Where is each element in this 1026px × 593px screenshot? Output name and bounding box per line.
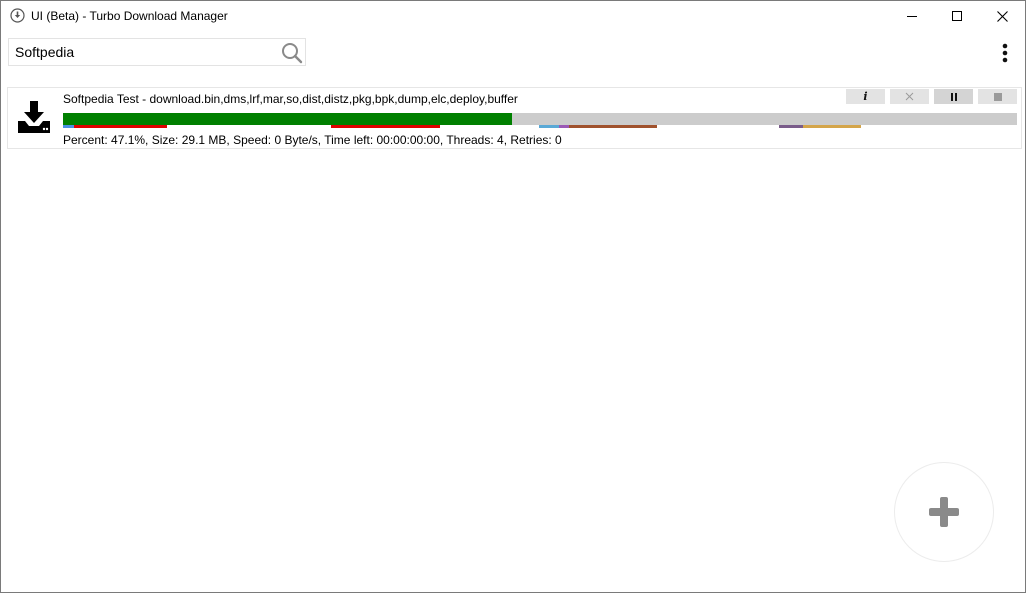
maximize-icon [952,11,962,21]
search-icon[interactable] [281,42,303,64]
minimize-button[interactable] [889,1,935,31]
minimize-icon [907,16,917,17]
pause-icon [950,92,957,101]
title-bar: UI (Beta) - Turbo Download Manager [1,1,1025,31]
close-button[interactable] [979,1,1025,31]
close-icon [996,10,1008,22]
search-input[interactable] [9,39,271,65]
search-box [8,38,306,66]
add-download-button[interactable] [894,462,994,562]
thread-segment [779,125,803,128]
more-vertical-icon[interactable] [995,41,1015,65]
stop-button[interactable] [978,89,1017,104]
thread-segment [569,125,657,128]
thread-segment [559,125,569,128]
download-tray-icon [18,101,50,133]
thread-segment [803,125,861,128]
thread-segment [539,125,559,128]
progress-fill [63,113,512,125]
info-button[interactable]: i [846,89,885,104]
tools-button[interactable] [890,89,929,104]
window-title: UI (Beta) - Turbo Download Manager [31,9,228,23]
tools-icon [905,92,914,101]
plus-icon [929,497,959,527]
thread-segment [331,125,440,128]
thread-segment [63,125,74,128]
maximize-button[interactable] [934,1,980,31]
stop-icon [993,92,1002,101]
progress-remaining [512,113,1017,125]
info-icon: i [863,90,868,103]
download-name: Softpedia Test - download.bin,dms,lrf,ma… [63,92,518,106]
download-item[interactable]: Softpedia Test - download.bin,dms,lrf,ma… [7,87,1022,149]
pause-button[interactable] [934,89,973,104]
thread-segment [74,125,167,128]
progress-bar [63,113,1017,129]
download-circle-icon [10,8,25,23]
download-stats: Percent: 47.1%, Size: 29.1 MB, Speed: 0 … [63,133,562,147]
